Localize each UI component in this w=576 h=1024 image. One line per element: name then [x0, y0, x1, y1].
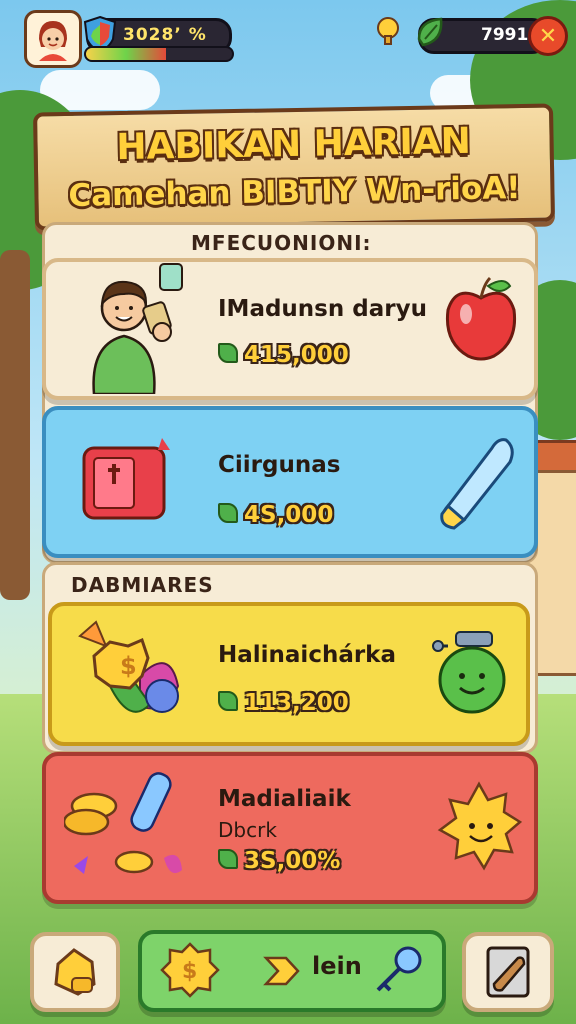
card-3-value: 113,200 [218, 690, 349, 716]
card-2-title: Ciirgunas [218, 452, 341, 478]
card-3-title: Halinaichárka [218, 642, 397, 668]
girl-avatar-icon [39, 21, 67, 61]
leaf-icon [218, 343, 238, 363]
close-button[interactable]: ✕ [528, 16, 568, 56]
task-card-1[interactable]: IMadunsn daryu 415,000 [42, 258, 538, 400]
leaf-icon [218, 849, 238, 869]
svg-text:$: $ [120, 652, 137, 680]
card-1-title: IMadunsn daryu [218, 296, 427, 322]
coins-icon [64, 772, 182, 874]
trophy-icon[interactable] [372, 16, 404, 48]
player-avatar[interactable] [24, 10, 82, 68]
task-card-4[interactable]: Madialiaik Dbcrk 3S,00% [42, 752, 538, 904]
leaf-icon [218, 503, 238, 523]
currency-value: 7991 [481, 25, 529, 45]
bag-button[interactable] [30, 932, 120, 1012]
svg-text:$: $ [182, 959, 197, 984]
leaf-icon [218, 691, 238, 711]
scroll-icon [486, 946, 530, 998]
potion-icon [432, 631, 506, 714]
top-hud: 3028’ % 7991 ✕ [0, 0, 576, 70]
boy-character-icon [92, 263, 183, 394]
xp-progress-bar [84, 46, 234, 62]
gift-box-icon [82, 438, 170, 520]
gem-coin-icon: $ [78, 620, 180, 713]
card-1-value: 415,000 [218, 342, 349, 368]
play-button[interactable]: $ lein [138, 930, 446, 1012]
level-text: 3028’ % [123, 25, 207, 45]
sun-icon [437, 781, 523, 871]
page-title: HABIKAN HARIAN [116, 120, 472, 169]
xp-progress-fill [86, 48, 167, 60]
arrow-right-icon [263, 956, 300, 986]
apple-icon [445, 276, 517, 361]
section-label-2: DABMIARES [71, 573, 214, 597]
crystal-icon [440, 438, 514, 530]
card-4-subtitle: Dbcrk [218, 818, 277, 842]
scroll-button[interactable] [462, 932, 554, 1012]
card-2-value: 4S,000 [218, 502, 333, 528]
key-icon [376, 946, 422, 992]
card-4-value: 3S,00% [218, 848, 340, 874]
coin-badge-icon: $ [160, 942, 220, 998]
page-subtitle: Camehan BIBTIY Wn-rioA! [68, 170, 521, 214]
play-button-label: lein [312, 952, 362, 980]
title-sign: HABIKAN HARIAN Camehan BIBTIY Wn-rioA! [33, 103, 555, 231]
task-card-2[interactable]: Ciirgunas 4S,000 [42, 406, 538, 558]
task-card-3[interactable]: $ Halinaichárka 113,200 [48, 602, 530, 746]
leaf-currency-icon [417, 17, 443, 47]
section-label-1: MFECUONIONI: [191, 231, 372, 255]
card-4-title: Madialiaik [218, 786, 351, 812]
bag-icon [54, 948, 96, 996]
